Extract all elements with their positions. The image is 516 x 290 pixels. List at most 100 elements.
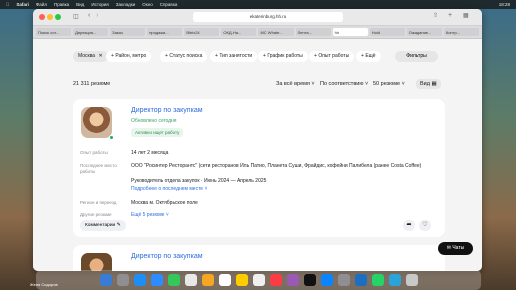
- outlook-icon[interactable]: [354, 274, 367, 286]
- browser-toolbar: ◫ ‹ › ekaterinburg.hh.ru ⇧ + ▦: [33, 9, 482, 26]
- avatar: [81, 107, 112, 138]
- browser-tab[interactable]: ОКД-Hа...: [221, 28, 257, 36]
- menu-bookmarks[interactable]: Закладки: [116, 2, 135, 7]
- browser-tab[interactable]: Лента...: [295, 28, 331, 36]
- browser-tab[interactable]: MC Whate...: [258, 28, 294, 36]
- heart-icon[interactable]: ♡: [419, 220, 431, 231]
- sidebar-icon[interactable]: ◫: [73, 13, 79, 20]
- last-job-more-link[interactable]: Подробнее о последнем месте ˅: [131, 186, 207, 192]
- filter-more[interactable]: + Ещё: [356, 51, 381, 62]
- calendar-icon[interactable]: [218, 274, 231, 286]
- share-icon[interactable]: ⇧: [433, 12, 438, 19]
- menu-view[interactable]: Вид: [76, 2, 84, 7]
- filter-search-status[interactable]: + Статус поиска: [160, 51, 208, 62]
- filter-label: Район, метро: [115, 53, 147, 59]
- experience-value: 14 лет 2 месяца: [131, 150, 169, 156]
- menu-app-name[interactable]: Safari: [16, 2, 29, 7]
- filter-label: График работы: [267, 53, 303, 59]
- resume-card[interactable]: Директор по закупкам Обновлено сегодня А…: [73, 99, 445, 237]
- filter-employment[interactable]: + Тип занятости: [210, 51, 258, 62]
- zoom-icon[interactable]: [150, 274, 163, 286]
- filter-label: Статус поиска: [169, 53, 203, 59]
- city-chip[interactable]: Москва ✕: [73, 51, 108, 62]
- filter-label: Опыт работы: [318, 53, 350, 59]
- whatsapp-icon[interactable]: [371, 274, 384, 286]
- resume-title[interactable]: Директор по закупкам: [131, 253, 203, 260]
- safari-icon[interactable]: [133, 274, 146, 286]
- notes-icon[interactable]: [201, 274, 214, 286]
- results-count: 21 311 резюме: [73, 81, 111, 87]
- zoom-window-button[interactable]: [55, 14, 61, 20]
- settings-icon[interactable]: [337, 274, 350, 286]
- share-icon[interactable]: ➦: [403, 220, 415, 231]
- filter-experience[interactable]: + Опыт работы: [309, 51, 355, 62]
- resume-card[interactable]: Директор по закупкам: [73, 245, 445, 271]
- telegram-icon[interactable]: [388, 274, 401, 286]
- menu-edit[interactable]: Правка: [54, 2, 69, 7]
- owner-label: Женя Сидоров: [30, 282, 58, 287]
- last-job-company: ООО "Росинтер Ресторантс" (сети ресторан…: [131, 163, 422, 169]
- messages-icon[interactable]: [167, 274, 180, 286]
- apple-icon[interactable]: : [6, 2, 9, 7]
- browser-tab[interactable]: Ожидание...: [406, 28, 442, 36]
- sort-select[interactable]: По соответствию ˅: [320, 81, 368, 87]
- browser-window: ◫ ‹ › ekaterinburg.hh.ru ⇧ + ▦ Поиск сот…: [33, 9, 482, 271]
- minimize-window-button[interactable]: [47, 14, 53, 20]
- filter-label: Ещё: [365, 53, 376, 59]
- results-bar: 21 311 резюме За всё время ˅ По соответс…: [73, 79, 443, 91]
- menu-bar:  Safari Файл Правка Вид История Закладк…: [0, 0, 516, 9]
- filter-district[interactable]: + Район, метро: [106, 51, 152, 62]
- updated-text: Обновлено сегодня: [131, 118, 177, 124]
- trash-icon[interactable]: [405, 274, 418, 286]
- browser-tab[interactable]: Bitrix24: [184, 28, 220, 36]
- close-window-button[interactable]: [39, 14, 45, 20]
- resume-title[interactable]: Директор по закупкам: [131, 107, 203, 114]
- browser-tab[interactable]: Hold: [369, 28, 405, 36]
- launchpad-icon[interactable]: [116, 274, 129, 286]
- last-job-label: Последнее место работы: [80, 163, 117, 174]
- dock: [36, 270, 481, 290]
- menu-history[interactable]: История: [91, 2, 108, 7]
- browser-tab[interactable]: Контр...: [443, 28, 479, 36]
- maps-icon[interactable]: [252, 274, 265, 286]
- per-page-select[interactable]: 50 резюме ˅: [373, 81, 405, 87]
- address-bar[interactable]: ekaterinburg.hh.ru: [193, 12, 343, 22]
- filters-button[interactable]: Фильтры: [395, 51, 438, 62]
- forward-icon[interactable]: ›: [96, 12, 98, 19]
- online-indicator: [109, 135, 114, 140]
- other-resumes-text: Ещё 5 резюме: [131, 212, 165, 218]
- tab-overview-icon[interactable]: ▦: [463, 12, 469, 19]
- music-icon[interactable]: [269, 274, 282, 286]
- podcasts-icon[interactable]: [286, 274, 299, 286]
- filter-schedule[interactable]: + График работы: [258, 51, 308, 62]
- browser-tab[interactable]: продажи...: [147, 28, 183, 36]
- tab-bar: Поиск сот... Дирекция... Заказ продажи..…: [33, 26, 482, 39]
- view-button[interactable]: Вид ▦: [416, 79, 441, 89]
- last-job-role: Руководитель отдела закупок · Июнь 2024 …: [131, 178, 267, 184]
- period-select[interactable]: За всё время ˅: [276, 81, 315, 87]
- experience-label: Опыт работы: [80, 150, 108, 155]
- finder-icon[interactable]: [99, 274, 112, 286]
- city-chip-label: Москва: [78, 53, 96, 59]
- tv-icon[interactable]: [303, 274, 316, 286]
- view-label: Вид: [420, 81, 430, 87]
- browser-tab-active[interactable]: hh: [332, 28, 368, 36]
- new-tab-icon[interactable]: +: [448, 12, 452, 19]
- back-icon[interactable]: ‹: [88, 12, 90, 19]
- menu-window[interactable]: Окно: [142, 2, 152, 7]
- close-icon[interactable]: ✕: [98, 53, 102, 59]
- reminders-icon[interactable]: [235, 274, 248, 286]
- browser-tab[interactable]: Заказ: [110, 28, 146, 36]
- app-store-icon[interactable]: [320, 274, 333, 286]
- comments-button[interactable]: Комментарии ✎: [80, 220, 126, 231]
- other-resumes-link[interactable]: Ещё 5 резюме ˅: [131, 212, 169, 218]
- photos-icon[interactable]: [184, 274, 197, 286]
- chats-button[interactable]: ✉ Чаты: [438, 242, 473, 255]
- comments-label: Комментарии: [85, 223, 116, 228]
- other-resumes-label: Другие резюме: [80, 212, 112, 217]
- menu-file[interactable]: Файл: [36, 2, 47, 7]
- browser-tab[interactable]: Поиск сот...: [36, 28, 72, 36]
- browser-tab[interactable]: Дирекция...: [73, 28, 109, 36]
- menu-help[interactable]: Справка: [160, 2, 178, 7]
- per-page-label: 50 резюме: [373, 81, 401, 87]
